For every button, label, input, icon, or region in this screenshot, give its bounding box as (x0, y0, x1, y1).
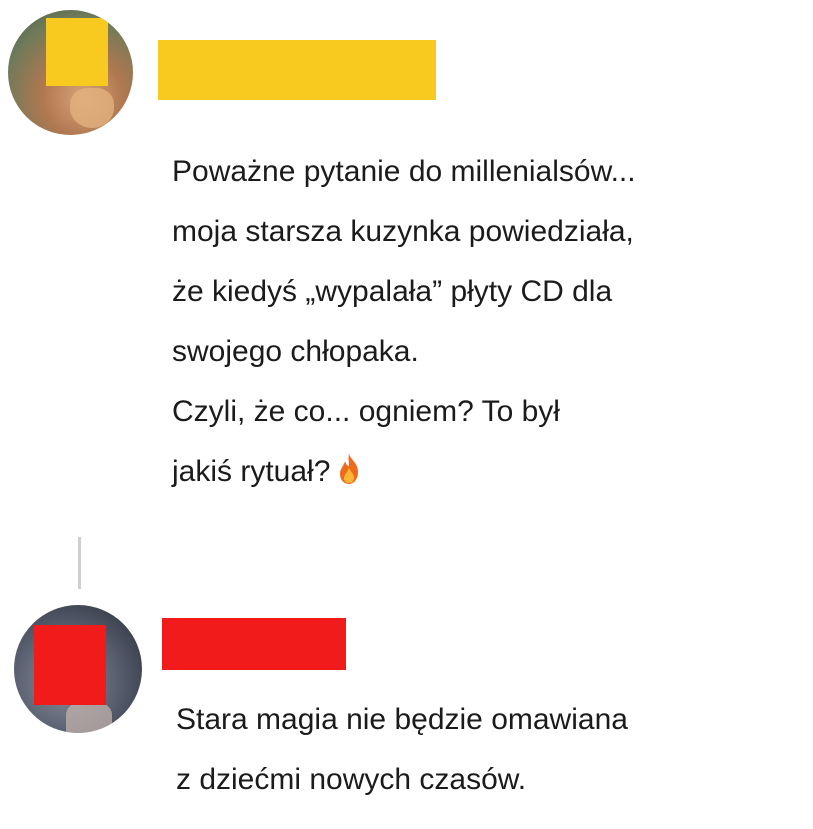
post-line-text: jakiś rytuał? (172, 455, 331, 488)
reply-author-name-censored[interactable] (162, 618, 346, 670)
avatar-photo-detail (70, 88, 114, 128)
avatar-photo-detail (66, 701, 112, 733)
reply-body: Stara magia nie będzie omawiana z dziećm… (176, 690, 628, 810)
post-line: że kiedyś „wypalała” płyty CD dla (172, 275, 613, 308)
post-line: Czyli, że co... ogniem? To był (172, 395, 560, 428)
post-line: Poważne pytanie do millenialsów... (172, 155, 636, 188)
reply-line: Stara magia nie będzie omawiana (176, 703, 628, 736)
post-author-name-censored[interactable] (158, 40, 436, 100)
reply-author-avatar[interactable] (14, 605, 142, 733)
avatar-censor-block (34, 625, 106, 705)
post-author-avatar[interactable] (8, 10, 133, 135)
thread-connector-line (78, 537, 81, 589)
post-line: moja starsza kuzynka powiedziała, (172, 215, 634, 248)
reply-line: z dziećmi nowych czasów. (176, 763, 527, 796)
post-body: Poważne pytanie do millenialsów... moja … (172, 142, 636, 506)
post-line: swojego chłopaka. (172, 335, 419, 368)
post-line-last: jakiś rytuał? (172, 442, 636, 506)
avatar-censor-block (46, 18, 108, 86)
fire-icon (336, 446, 362, 506)
